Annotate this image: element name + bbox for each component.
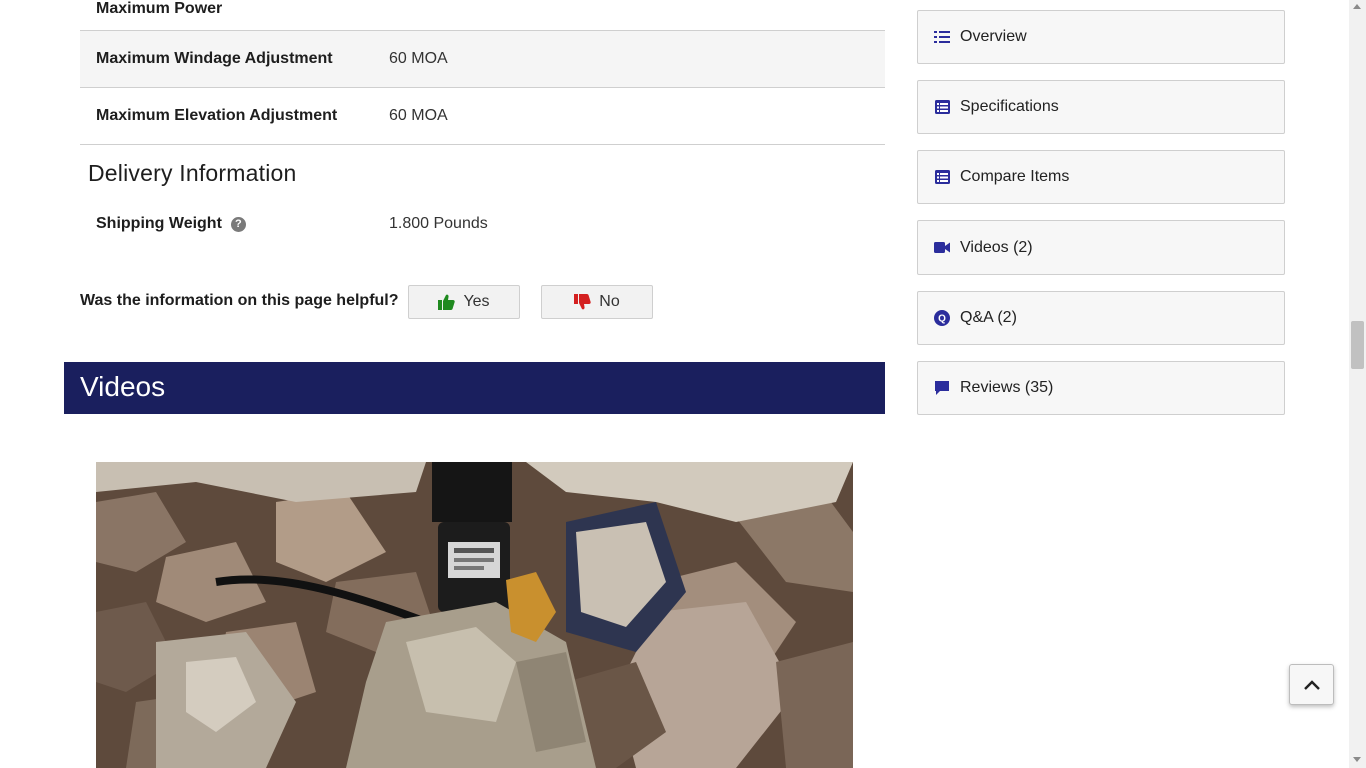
thumbs-down-icon [574, 294, 591, 310]
spec-row-elevation: Maximum Elevation Adjustment 60 MOA [80, 88, 885, 145]
qa-icon: Q [934, 310, 950, 326]
chevron-up-icon [1303, 679, 1320, 690]
shipping-weight-label: Shipping Weight [96, 215, 222, 232]
shipping-weight-value: 1.800 Pounds [389, 215, 488, 232]
page-scrollbar[interactable] [1349, 0, 1366, 768]
nav-label: Reviews (35) [960, 379, 1054, 396]
spec-label: Maximum Windage Adjustment [96, 50, 333, 67]
table-list-icon [934, 169, 950, 185]
video-thumbnail[interactable] [96, 462, 853, 768]
nav-videos[interactable]: Videos (2) [917, 220, 1285, 275]
nav-overview[interactable]: Overview [917, 10, 1285, 64]
nav-label: Specifications [960, 98, 1059, 115]
spec-value: 60 MOA [389, 107, 448, 124]
comment-icon [934, 380, 950, 396]
nav-label: Videos (2) [960, 238, 1033, 256]
nav-reviews[interactable]: Reviews (35) [917, 361, 1285, 415]
spec-label: Maximum Power [96, 0, 223, 17]
svg-text:Q: Q [938, 314, 946, 325]
spec-row-windage: Maximum Windage Adjustment 60 MOA [80, 31, 885, 88]
no-label: No [599, 293, 620, 310]
scrollbar-thumb[interactable] [1351, 321, 1364, 369]
video-scene-image [96, 462, 853, 768]
helpful-no-button[interactable]: No [541, 285, 653, 319]
help-icon[interactable]: ? [230, 217, 246, 232]
video-camera-icon [934, 240, 950, 256]
nav-label: Q&A (2) [960, 309, 1017, 326]
back-to-top-button[interactable] [1289, 664, 1334, 705]
product-page: Maximum Power Maximum Windage Adjustment… [0, 0, 1366, 768]
nav-label: Overview [960, 28, 1027, 45]
yes-label: Yes [463, 293, 490, 310]
nav-qa[interactable]: Q Q&A (2) [917, 291, 1285, 345]
videos-heading: Videos [80, 371, 166, 402]
list-icon [934, 29, 950, 45]
nav-label: Compare Items [960, 168, 1070, 185]
videos-section-header: Videos [64, 362, 885, 414]
helpful-yes-button[interactable]: Yes [408, 285, 520, 319]
table-list-icon [934, 99, 950, 115]
scroll-up-arrow-icon[interactable] [1353, 4, 1361, 9]
scroll-down-arrow-icon[interactable] [1353, 757, 1361, 762]
spec-row-maximum-power: Maximum Power [80, 0, 885, 31]
nav-specifications[interactable]: Specifications [917, 80, 1285, 134]
spec-value: 60 MOA [389, 50, 448, 67]
helpful-question: Was the information on this page helpful… [80, 292, 399, 309]
delivery-heading: Delivery Information [88, 160, 297, 186]
nav-compare-items[interactable]: Compare Items [917, 150, 1285, 204]
spec-label: Maximum Elevation Adjustment [96, 107, 338, 124]
shipping-weight-label-group: Shipping Weight? [96, 215, 246, 233]
thumbs-up-icon [438, 294, 456, 310]
